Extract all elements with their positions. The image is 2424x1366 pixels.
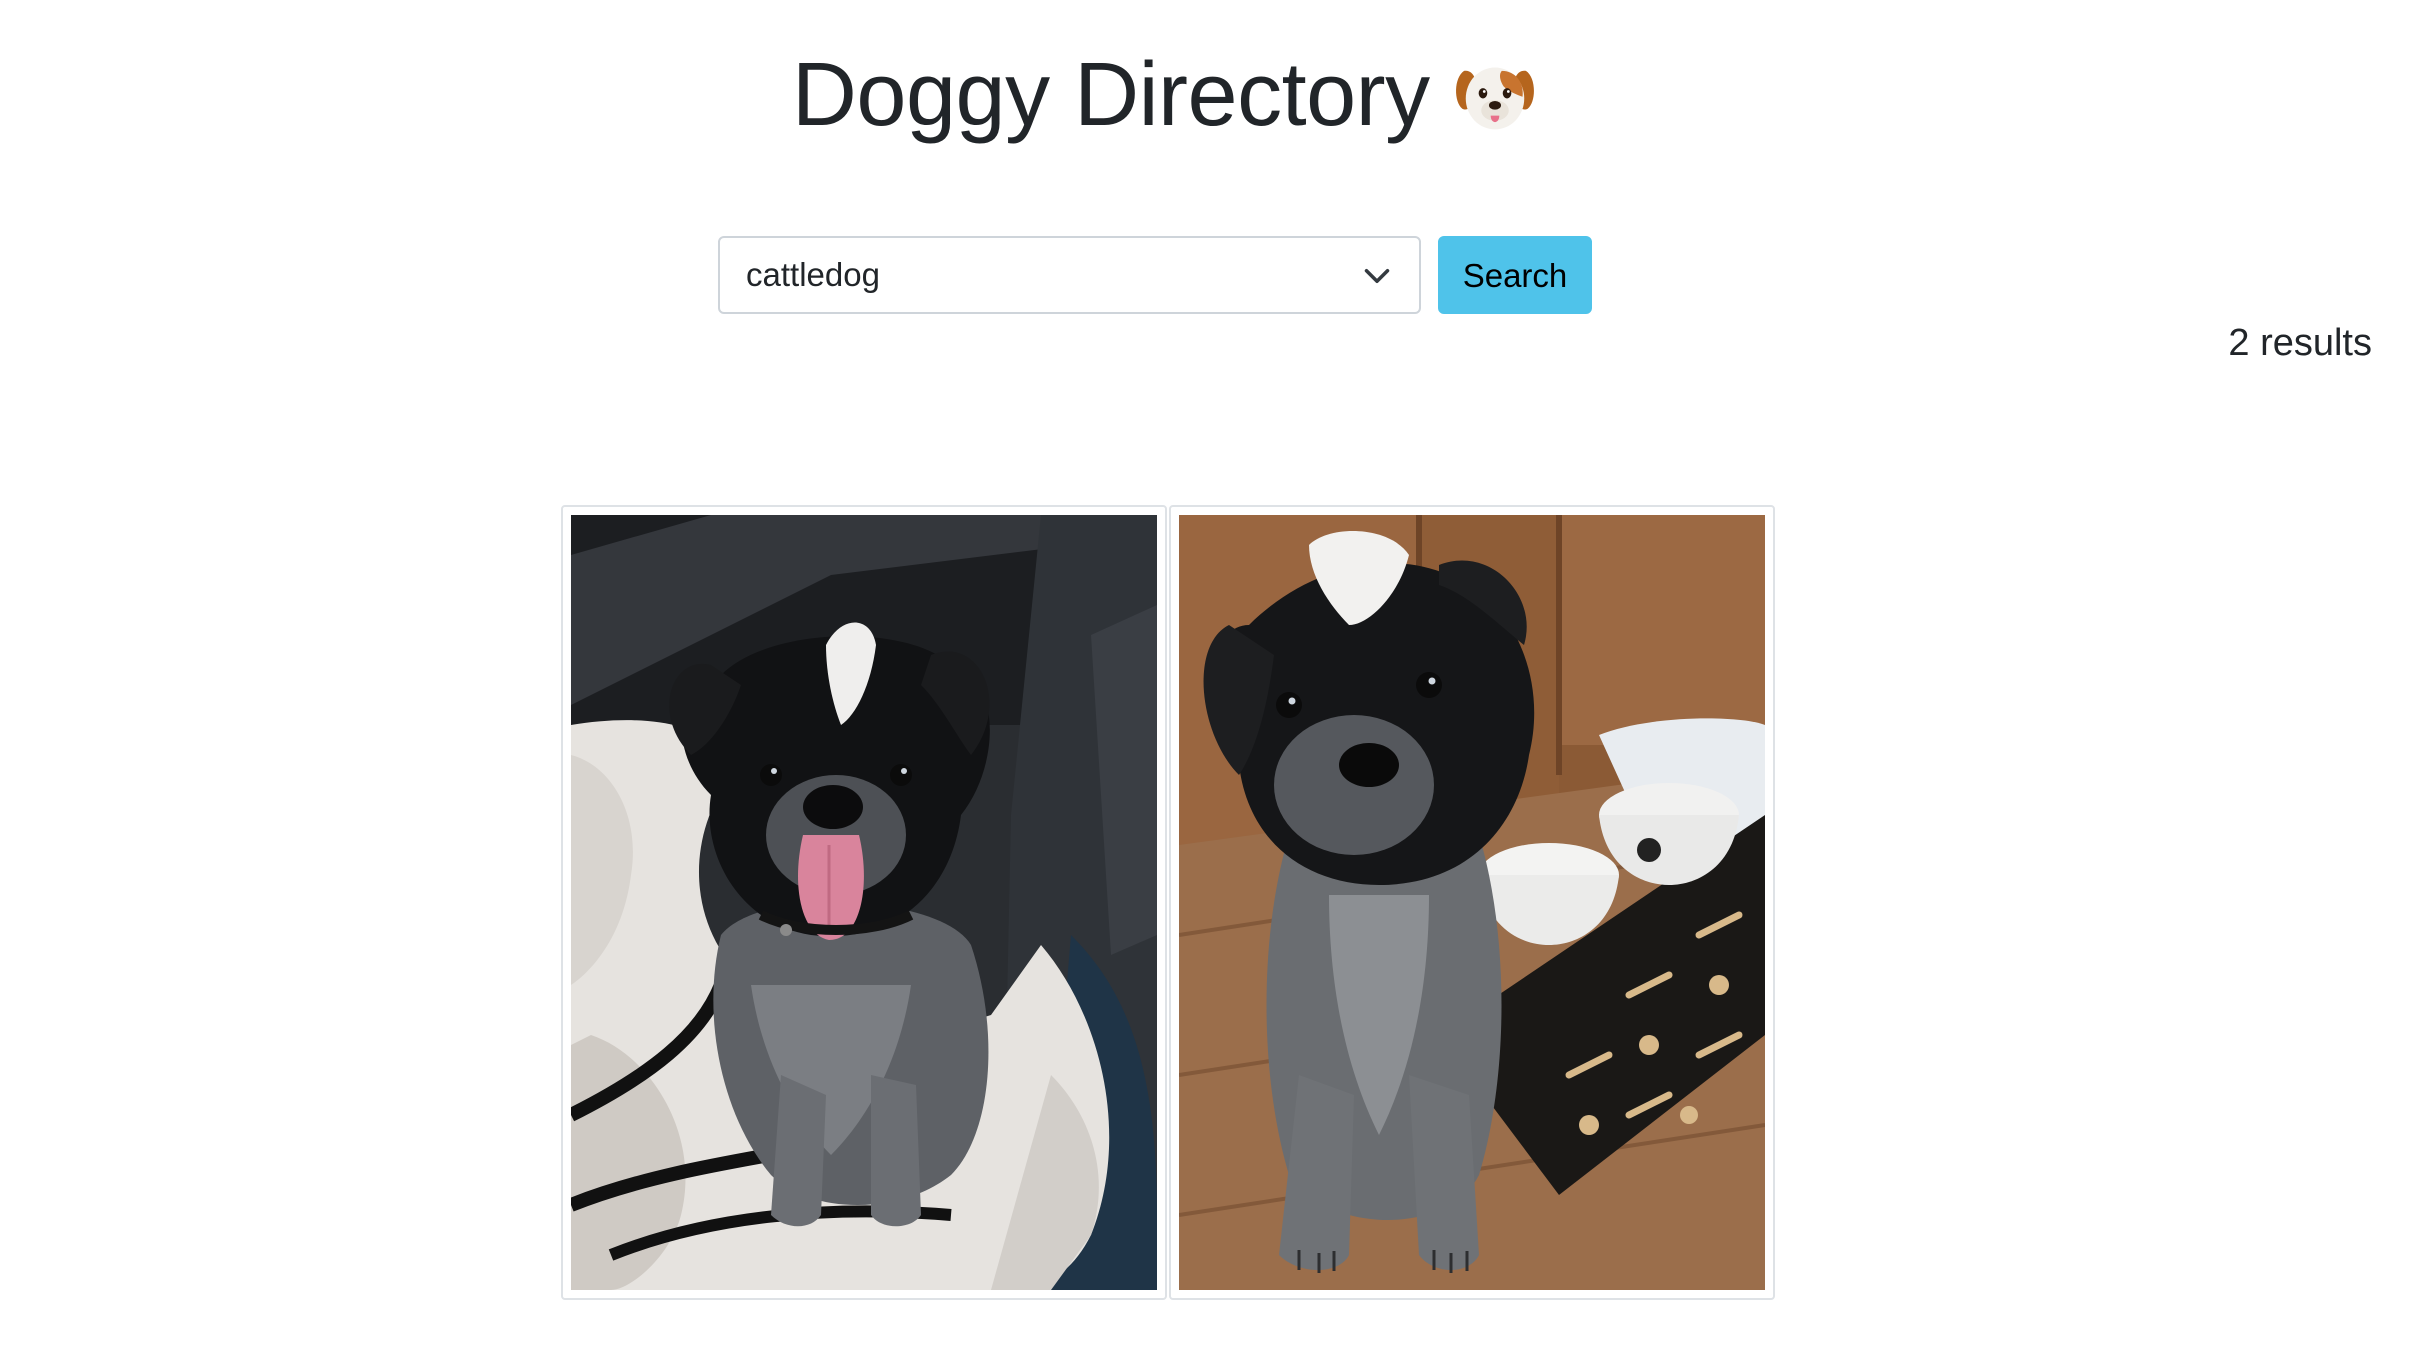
- breed-select-value: cattledog: [746, 256, 880, 293]
- results-gallery: [561, 505, 1777, 1300]
- search-button[interactable]: Search: [1438, 236, 1592, 314]
- dog-photo: [571, 515, 1157, 1290]
- result-card: [561, 505, 1167, 1300]
- page: Doggy Directory cattledog Search 2 resul…: [0, 0, 2424, 1366]
- chevron-down-icon: [1364, 269, 1390, 283]
- results-count: 2 results: [2228, 322, 2372, 364]
- dog-face-icon: [1456, 67, 1535, 130]
- search-form: cattledog Search: [718, 236, 1592, 314]
- page-title: Doggy Directory: [791, 45, 1430, 145]
- result-card: [1169, 505, 1775, 1300]
- header: Doggy Directory: [0, 40, 2330, 150]
- dog-photo: [1179, 515, 1765, 1290]
- breed-select[interactable]: cattledog: [718, 236, 1421, 314]
